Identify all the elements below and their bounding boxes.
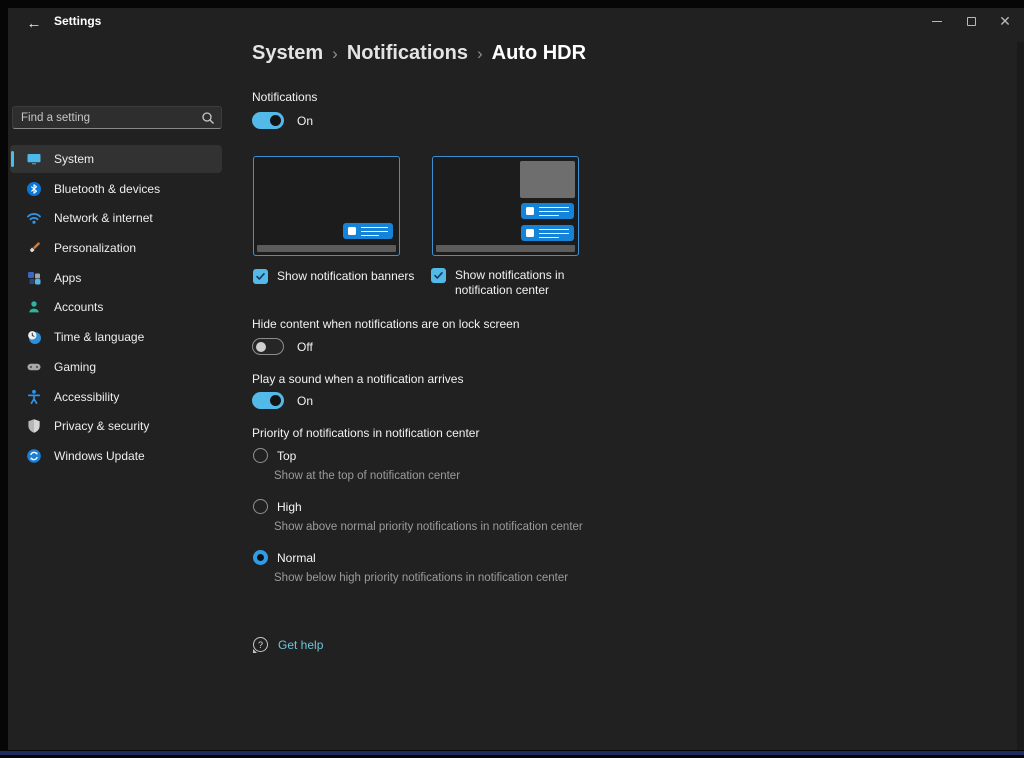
notifications-label: Notifications: [252, 90, 317, 104]
mini-notification-center: [520, 161, 575, 198]
gamepad-icon: [26, 359, 42, 375]
close-button[interactable]: ✕: [988, 8, 1022, 34]
apps-grid-icon: [26, 270, 42, 286]
sound-label: Play a sound when a notification arrives: [252, 372, 463, 386]
sidebar-item-personalization[interactable]: Personalization: [10, 234, 222, 262]
show-banners-checkbox[interactable]: [253, 269, 268, 284]
priority-normal-description: Show below high priority notifications i…: [274, 572, 568, 584]
priority-high-radio[interactable]: [253, 499, 268, 514]
checkmark-icon: [255, 271, 266, 282]
sidebar-item-label: Time & language: [54, 330, 144, 344]
sidebar-item-label: Network & internet: [54, 211, 153, 225]
sidebar-item-label: Accounts: [54, 300, 103, 314]
mini-toast: [521, 203, 574, 219]
sidebar-item-privacy-security[interactable]: Privacy & security: [10, 412, 222, 440]
notifications-toggle-state: On: [297, 114, 313, 128]
search-icon: [201, 111, 215, 125]
priority-top-label: Top: [277, 449, 296, 463]
sidebar-item-label: Windows Update: [54, 449, 145, 463]
mini-toast: [343, 223, 393, 239]
minimize-button[interactable]: [920, 8, 954, 34]
person-icon: [26, 299, 42, 315]
priority-normal-radio[interactable]: [253, 550, 268, 565]
chevron-right-icon: ›: [477, 44, 483, 64]
breadcrumb-notifications[interactable]: Notifications: [347, 42, 468, 65]
wifi-icon: [26, 210, 42, 226]
sidebar-item-accessibility[interactable]: Accessibility: [10, 383, 222, 411]
sidebar-item-label: System: [54, 152, 94, 166]
sidebar-item-label: Accessibility: [54, 390, 119, 404]
help-icon: ?: [253, 637, 268, 652]
sound-toggle-state: On: [297, 394, 313, 408]
bottom-edge-line: [0, 751, 1024, 755]
notification-center-preview-card: [432, 156, 579, 256]
sidebar-item-bluetooth-devices[interactable]: Bluetooth & devices: [10, 175, 222, 203]
titlebar: ← Settings ✕: [8, 8, 1024, 38]
clock-globe-icon: [26, 329, 42, 345]
maximize-button[interactable]: [954, 8, 988, 34]
accessibility-icon: [26, 389, 42, 405]
sidebar-nav: System Bluetooth & devices Network & int…: [10, 145, 226, 472]
sidebar-item-gaming[interactable]: Gaming: [10, 353, 222, 381]
sidebar-item-label: Bluetooth & devices: [54, 182, 160, 196]
notifications-toggle[interactable]: [252, 112, 284, 129]
sidebar-item-label: Personalization: [54, 241, 136, 255]
lock-screen-toggle[interactable]: [252, 338, 284, 355]
monitor-icon: [26, 151, 42, 167]
priority-top-description: Show at the top of notification center: [274, 470, 460, 482]
chevron-right-icon: ›: [332, 44, 338, 64]
sidebar-item-label: Gaming: [54, 360, 96, 374]
settings-window: ← Settings ✕ System Bl: [8, 8, 1024, 750]
sidebar-item-label: Apps: [54, 271, 81, 285]
priority-high-description: Show above normal priority notifications…: [274, 521, 583, 533]
sidebar-item-system[interactable]: System: [10, 145, 222, 173]
banner-preview-card: [253, 156, 400, 256]
show-in-center-label: Show notifications in notification cente…: [455, 268, 567, 298]
sound-toggle[interactable]: [252, 392, 284, 409]
back-arrow-icon: ←: [27, 15, 42, 32]
sidebar-item-time-language[interactable]: Time & language: [10, 323, 222, 351]
search-box: [12, 106, 222, 129]
selected-accent-bar: [11, 151, 14, 167]
checkmark-icon: [433, 270, 444, 281]
priority-normal-label: Normal: [277, 551, 316, 565]
sidebar-item-windows-update[interactable]: Windows Update: [10, 442, 222, 470]
priority-high-label: High: [277, 500, 302, 514]
sidebar-item-label: Privacy & security: [54, 419, 149, 433]
sidebar-item-accounts[interactable]: Accounts: [10, 293, 222, 321]
sidebar-item-network-internet[interactable]: Network & internet: [10, 204, 222, 232]
close-icon: ✕: [999, 14, 1011, 28]
maximize-icon: [967, 17, 976, 26]
page-title: Auto HDR: [492, 42, 586, 65]
sidebar-item-apps[interactable]: Apps: [10, 264, 222, 292]
priority-label: Priority of notifications in notificatio…: [252, 426, 479, 440]
priority-top-radio[interactable]: [253, 448, 268, 463]
back-button[interactable]: ←: [20, 11, 48, 35]
lock-screen-toggle-state: Off: [297, 340, 313, 354]
breadcrumb: System › Notifications › Auto HDR: [252, 42, 586, 65]
mini-taskbar: [436, 245, 575, 252]
breadcrumb-system[interactable]: System: [252, 42, 323, 65]
search-input[interactable]: [21, 107, 189, 128]
get-help-link[interactable]: Get help: [278, 638, 323, 652]
update-arrows-icon: [26, 448, 42, 464]
paintbrush-icon: [26, 240, 42, 256]
shield-icon: [26, 418, 42, 434]
mini-taskbar: [257, 245, 396, 252]
show-banners-label: Show notification banners: [277, 269, 414, 284]
mini-toast: [521, 225, 574, 241]
minimize-icon: [932, 21, 942, 22]
bluetooth-icon: [26, 181, 42, 197]
lock-screen-label: Hide content when notifications are on l…: [252, 317, 520, 331]
show-in-center-checkbox[interactable]: [431, 268, 446, 283]
content-right-edge: [1017, 42, 1024, 750]
window-title: Settings: [54, 14, 101, 28]
